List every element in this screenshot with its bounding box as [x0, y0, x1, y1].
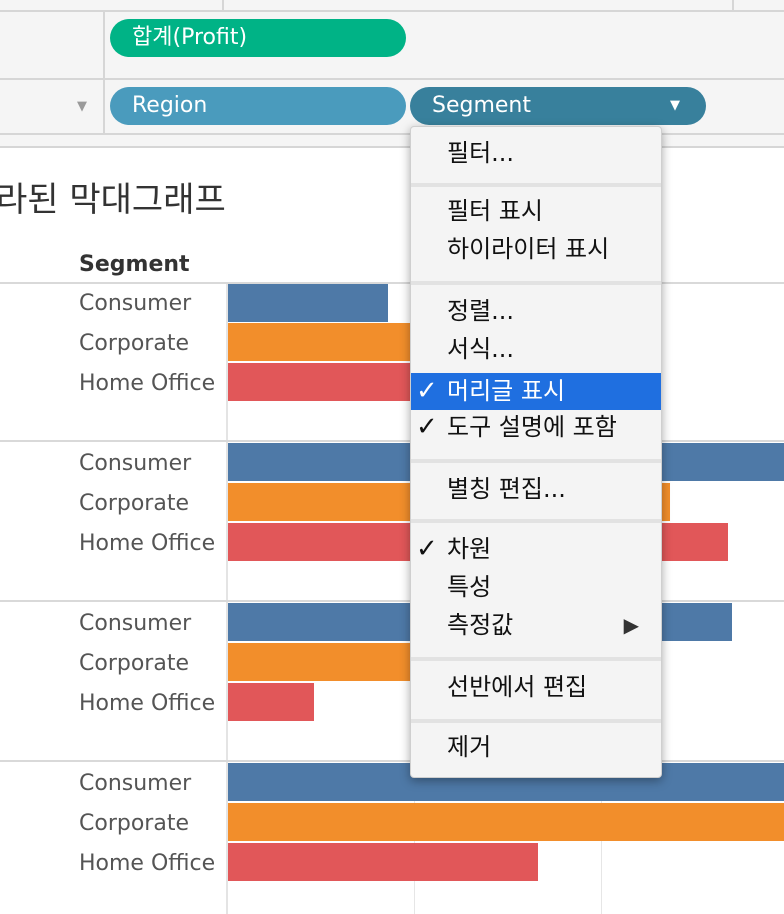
- row-label-corporate: Corporate: [79, 331, 189, 356]
- menu-separator: [411, 183, 661, 187]
- row-label-home-office: Home Office: [79, 851, 216, 876]
- menu-item-label: 측정값: [447, 611, 514, 639]
- context-menu: 필터... 필터 표시 하이라이터 표시 정렬... 서식... ✓ 머리글 표…: [410, 126, 662, 778]
- bar-corporate[interactable]: [228, 643, 428, 681]
- group-divider: [0, 600, 784, 602]
- row-label-corporate: Corporate: [79, 491, 189, 516]
- menu-item-label: 차원: [447, 535, 492, 563]
- menu-item-label: 선반에서 편집: [447, 673, 588, 701]
- menu-item-include-in-tooltip[interactable]: ✓ 도구 설명에 포함: [411, 409, 661, 446]
- page-title: 라된 막대그래프: [0, 180, 226, 220]
- checkmark-icon: ✓: [416, 534, 438, 564]
- menu-item-show-filter[interactable]: 필터 표시: [411, 193, 661, 230]
- row-label-home-office: Home Office: [79, 371, 216, 396]
- divider: [222, 0, 224, 10]
- group-divider: [0, 760, 784, 762]
- menu-item-measure[interactable]: 측정값 ▶: [411, 607, 661, 644]
- menu-item-attribute[interactable]: 특성: [411, 569, 661, 606]
- row-label-home-office: Home Office: [79, 691, 216, 716]
- menu-item-label: 특성: [447, 573, 492, 601]
- menu-separator: [411, 657, 661, 661]
- menu-item-label: 서식...: [447, 335, 515, 363]
- rows-pill-region[interactable]: Region: [110, 87, 406, 125]
- submenu-arrow-icon: ▶: [623, 613, 639, 637]
- rows-pill-segment[interactable]: Segment ▼: [410, 87, 706, 125]
- rows-pill-label: Segment: [432, 93, 531, 118]
- bar-consumer[interactable]: [228, 284, 388, 322]
- chevron-down-icon[interactable]: ▼: [77, 99, 87, 114]
- divider: [0, 10, 784, 12]
- bar-home-office[interactable]: [228, 363, 418, 401]
- menu-item-format[interactable]: 서식...: [411, 331, 661, 368]
- row-label-consumer: Consumer: [79, 771, 192, 796]
- menu-item-label: 필터...: [447, 139, 515, 167]
- bar-home-office[interactable]: [228, 843, 538, 881]
- columns-pill-label: 합계(Profit): [132, 25, 248, 50]
- column-header-segment: Segment: [79, 252, 190, 277]
- bar-corporate[interactable]: [228, 803, 784, 841]
- menu-item-label: 정렬...: [447, 297, 515, 325]
- row-label-consumer: Consumer: [79, 451, 192, 476]
- menu-item-show-header[interactable]: ✓ 머리글 표시: [411, 373, 661, 410]
- menu-item-edit-in-shelf[interactable]: 선반에서 편집: [411, 669, 661, 706]
- checkmark-icon: ✓: [416, 376, 438, 406]
- menu-item-sort[interactable]: 정렬...: [411, 293, 661, 330]
- menu-separator: [411, 281, 661, 285]
- menu-separator: [411, 719, 661, 723]
- menu-item-label: 하이라이터 표시: [447, 235, 610, 263]
- menu-item-label: 머리글 표시: [447, 377, 566, 405]
- checkmark-icon: ✓: [416, 412, 438, 442]
- columns-pill-profit[interactable]: 합계(Profit): [110, 19, 406, 57]
- menu-item-label: 필터 표시: [447, 197, 543, 225]
- group-divider: [0, 440, 784, 442]
- menu-separator: [411, 459, 661, 463]
- row-label-consumer: Consumer: [79, 611, 192, 636]
- menu-item-dimension[interactable]: ✓ 차원: [411, 531, 661, 568]
- menu-item-show-highlighter[interactable]: 하이라이터 표시: [411, 231, 661, 268]
- divider: [0, 78, 784, 80]
- divider: [103, 10, 105, 133]
- menu-item-label: 도구 설명에 포함: [447, 413, 617, 441]
- row-label-consumer: Consumer: [79, 291, 192, 316]
- row-label-corporate: Corporate: [79, 811, 189, 836]
- divider: [0, 133, 784, 135]
- chevron-down-icon[interactable]: ▼: [670, 87, 680, 125]
- divider: [732, 0, 734, 10]
- menu-item-filter[interactable]: 필터...: [411, 135, 661, 172]
- menu-separator: [411, 519, 661, 523]
- row-label-home-office: Home Office: [79, 531, 216, 556]
- bar-home-office[interactable]: [228, 683, 314, 721]
- menu-item-label: 별칭 편집...: [447, 475, 566, 503]
- rows-pill-label: Region: [132, 93, 208, 118]
- row-label-corporate: Corporate: [79, 651, 189, 676]
- divider: [0, 146, 784, 148]
- menu-item-remove[interactable]: 제거: [411, 729, 661, 766]
- menu-item-label: 제거: [447, 733, 492, 761]
- menu-item-edit-alias[interactable]: 별칭 편집...: [411, 471, 661, 508]
